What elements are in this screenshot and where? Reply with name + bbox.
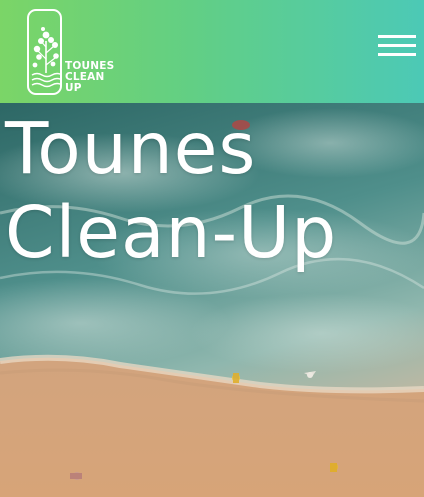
hero-section: Tounes Clean-Up bbox=[0, 103, 424, 497]
page: TOUNES CLEAN UP Tounes Clean-Up bbox=[0, 0, 424, 497]
hero-title: Tounes Clean-Up bbox=[5, 107, 337, 275]
site-header: TOUNES CLEAN UP bbox=[0, 0, 424, 103]
hamburger-menu-icon[interactable] bbox=[378, 33, 416, 61]
menu-bar bbox=[378, 44, 416, 47]
menu-bar bbox=[378, 35, 416, 38]
tree-wave-emblem-icon bbox=[27, 9, 62, 95]
brand-logo-link[interactable]: TOUNES CLEAN UP bbox=[27, 9, 114, 95]
brand-line-3: UP bbox=[65, 82, 82, 94]
brand-wordmark: TOUNES CLEAN UP bbox=[65, 61, 114, 94]
hero-title-line-1: Tounes bbox=[5, 107, 257, 190]
hero-title-line-2: Clean-Up bbox=[5, 191, 338, 274]
menu-bar bbox=[378, 53, 416, 56]
